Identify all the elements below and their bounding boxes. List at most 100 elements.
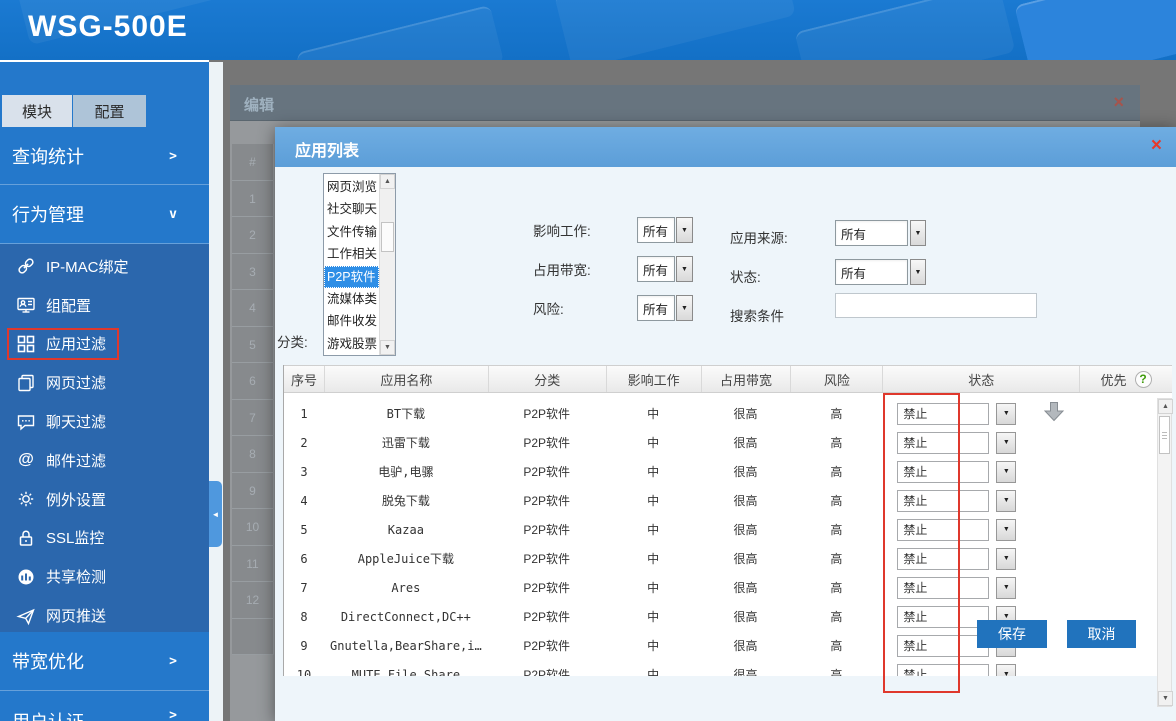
webpage-filter-icon <box>15 372 37 394</box>
cell-category: P2P软件 <box>488 399 606 428</box>
status-filter-select[interactable]: 所有 ▼ <box>835 259 926 285</box>
scroll-up-icon[interactable]: ▲ <box>380 174 395 189</box>
dropdown-arrow-icon[interactable]: ▼ <box>910 259 926 285</box>
status-select[interactable]: 禁止 ▼ <box>897 664 1016 677</box>
status-select[interactable]: 禁止 ▼ <box>897 519 1016 541</box>
category-option[interactable]: 网页浏览 <box>324 176 379 198</box>
impact-filter-select[interactable]: 所有 ▼ <box>637 217 693 243</box>
dropdown-arrow-icon[interactable]: ▼ <box>676 217 693 243</box>
row-number-cell: 5 <box>232 327 274 364</box>
save-button[interactable]: 保存 <box>977 620 1047 648</box>
cell-impact: 中 <box>606 457 701 486</box>
category-option[interactable]: 流媒体类 <box>324 288 379 310</box>
scrollbar-thumb[interactable] <box>1159 416 1170 454</box>
cell-status: 禁止 ▼ <box>882 515 1079 544</box>
category-option[interactable]: 邮件收发 <box>324 310 379 332</box>
dropdown-arrow-icon[interactable]: ▼ <box>996 432 1016 454</box>
impact-filter-label: 影响工作: <box>533 220 591 240</box>
dropdown-arrow-icon[interactable]: ▼ <box>996 577 1016 599</box>
bandwidth-filter-label: 占用带宽: <box>533 259 591 279</box>
app-table-header: 序号 应用名称 分类 影响工作 占用带宽 风险 状态 优先 ? <box>284 365 1172 393</box>
sidebar-item-web-push[interactable]: 网页推送 <box>0 596 209 635</box>
behavior-submenu: IP-MAC绑定 组配置 <box>0 244 209 632</box>
category-option[interactable]: 工作相关 <box>324 243 379 265</box>
cell-seq: 1 <box>284 399 324 428</box>
cell-status: 禁止 ▼ <box>882 544 1079 573</box>
risk-filter-select[interactable]: 所有 ▼ <box>637 295 693 321</box>
mail-at-icon: @ <box>15 449 37 471</box>
dropdown-arrow-icon[interactable]: ▼ <box>996 490 1016 512</box>
sidebar-item-chat-filter[interactable]: 聊天过滤 <box>0 402 209 441</box>
source-filter-select[interactable]: 所有 ▼ <box>835 220 926 246</box>
dropdown-arrow-icon[interactable]: ▼ <box>996 664 1016 677</box>
sidebar-item-group-config[interactable]: 组配置 <box>0 286 209 325</box>
sidebar-item-ssl-monitor[interactable]: SSL监控 <box>0 519 209 558</box>
close-icon[interactable]: × <box>1113 92 1124 113</box>
tab-module[interactable]: 模块 <box>2 95 72 127</box>
sidebar-section-behavior-mgmt[interactable]: 行为管理 v <box>0 185 209 244</box>
row-number-cell: 9 <box>232 473 274 510</box>
listbox-scrollbar[interactable]: ▲ ▼ <box>379 174 395 355</box>
scrollbar-thumb[interactable] <box>381 222 394 252</box>
row-number-cell: 12 <box>232 582 274 619</box>
dropdown-arrow-icon[interactable]: ▼ <box>996 461 1016 483</box>
col-header-category: 分类 <box>488 366 606 392</box>
row-number-cell: 11 <box>232 546 274 583</box>
sidebar-item-mail-filter[interactable]: @ 邮件过滤 <box>0 441 209 480</box>
cell-bandwidth: 很高 <box>701 602 791 631</box>
dropdown-arrow-icon[interactable]: ▼ <box>996 548 1016 570</box>
scroll-down-icon[interactable]: ▼ <box>380 340 395 355</box>
sidebar-section-bandwidth[interactable]: 带宽优化 > <box>0 632 209 691</box>
cell-seq: 7 <box>284 573 324 602</box>
sidebar-item-app-filter[interactable]: 应用过滤 <box>0 325 209 364</box>
dropdown-arrow-icon[interactable]: ▼ <box>996 403 1016 425</box>
group-config-icon <box>15 294 37 316</box>
col-header-bandwidth: 占用带宽 <box>701 366 791 392</box>
cell-name: Gnutella,BearShare,i… <box>324 631 488 660</box>
scroll-up-icon[interactable]: ▲ <box>1158 399 1173 414</box>
sidebar-item-web-filter[interactable]: 网页过滤 <box>0 363 209 402</box>
sidebar-item-share-detect[interactable]: 共享检测 <box>0 557 209 596</box>
priority-move-down-icon[interactable] <box>1043 401 1065 427</box>
table-scrollbar[interactable]: ▲ ▼ <box>1157 398 1172 707</box>
category-option[interactable]: 社交聊天 <box>324 198 379 220</box>
close-icon[interactable]: × <box>1151 135 1162 157</box>
scroll-down-icon[interactable]: ▼ <box>1158 691 1173 706</box>
cell-bandwidth: 很高 <box>701 428 791 457</box>
sidebar-item-ip-mac-binding[interactable]: IP-MAC绑定 <box>0 247 209 286</box>
app-list-modal: 应用列表 × 网页浏览社交聊天文件传输工作相关P2P软件流媒体类邮件收发游戏股票… <box>275 127 1176 721</box>
category-option[interactable]: 游戏股票 <box>324 333 379 355</box>
dropdown-arrow-icon[interactable]: ▼ <box>676 295 693 321</box>
dropdown-arrow-icon[interactable]: ▼ <box>910 220 926 246</box>
sidebar-item-exception-settings[interactable]: 例外设置 <box>0 480 209 519</box>
category-option[interactable]: P2P软件 <box>324 266 379 288</box>
status-select[interactable]: 禁止 ▼ <box>897 577 1016 599</box>
sidebar-section-query-stats[interactable]: 查询统计 > <box>0 128 209 185</box>
help-icon[interactable]: ? <box>1135 371 1152 388</box>
edit-modal-header: 编辑 × <box>230 85 1140 121</box>
sidebar-collapse-handle[interactable]: ◄ <box>209 481 222 547</box>
row-number-cell: 7 <box>232 400 274 437</box>
tab-config[interactable]: 配置 <box>73 95 146 127</box>
status-select[interactable]: 禁止 ▼ <box>897 461 1016 483</box>
keyboard-decoration <box>296 5 505 60</box>
cell-risk: 高 <box>790 573 882 602</box>
dropdown-arrow-icon[interactable]: ▼ <box>996 519 1016 541</box>
bandwidth-filter-select[interactable]: 所有 ▼ <box>637 256 693 282</box>
sidebar-section-user-auth[interactable]: 用户认证 > <box>0 692 209 721</box>
status-select[interactable]: 禁止 ▼ <box>897 490 1016 512</box>
table-row: 6 AppleJuice下载 P2P软件 中 很高 高 禁止 ▼ <box>284 544 1172 573</box>
cell-impact: 中 <box>606 428 701 457</box>
app-list-modal-header: 应用列表 × <box>275 127 1176 167</box>
status-select[interactable]: 禁止 ▼ <box>897 432 1016 454</box>
category-option[interactable]: 文件传输 <box>324 221 379 243</box>
cell-risk: 高 <box>790 660 882 676</box>
cell-seq: 4 <box>284 486 324 515</box>
cancel-button[interactable]: 取消 <box>1067 620 1136 648</box>
cell-seq: 2 <box>284 428 324 457</box>
status-select[interactable]: 禁止 ▼ <box>897 403 1016 425</box>
dropdown-arrow-icon[interactable]: ▼ <box>676 256 693 282</box>
category-listbox[interactable]: 网页浏览社交聊天文件传输工作相关P2P软件流媒体类邮件收发游戏股票 ▲ ▼ <box>323 173 396 356</box>
search-input[interactable] <box>835 293 1037 318</box>
status-select[interactable]: 禁止 ▼ <box>897 548 1016 570</box>
